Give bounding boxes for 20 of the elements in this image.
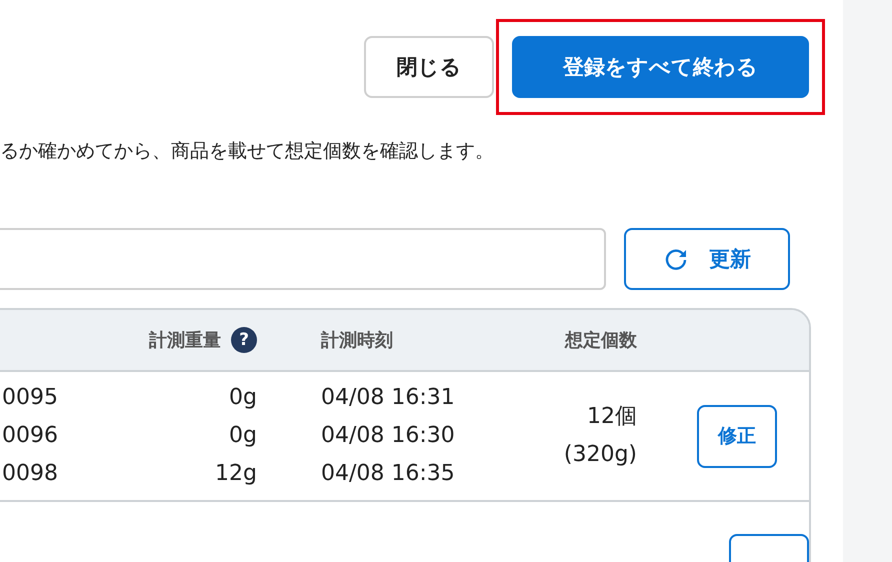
- column-header: 計測重量: [149, 329, 221, 352]
- help-icon[interactable]: ?: [231, 327, 257, 353]
- table-cell-text: 04/08 16:30: [321, 422, 456, 450]
- instruction-text: るか確かめてから、商品を載せて想定個数を確認します。: [0, 139, 495, 164]
- close-button[interactable]: 閉じる: [364, 36, 494, 98]
- table-cell-text: 0g: [228, 422, 257, 450]
- table-cell-text: 12g: [214, 460, 257, 488]
- search-field[interactable]: [0, 228, 606, 290]
- finish-button[interactable]: 登録をすべて終わる: [512, 36, 809, 98]
- table-cell-text: 0g: [228, 384, 257, 412]
- column-header: 計測時刻: [321, 329, 393, 352]
- table-cell-text: 04/08 16:31: [321, 384, 456, 412]
- refresh-button[interactable]: 更新: [624, 228, 790, 290]
- edit-button[interactable]: 修正: [697, 404, 777, 468]
- table-cell-text: 0096: [2, 422, 59, 450]
- table-cell-text: 0098: [2, 460, 59, 488]
- column-header: 想定個数: [565, 329, 637, 352]
- table-cell-text: 04/08 16:35: [321, 460, 456, 488]
- table-cell-text: 0095: [2, 384, 59, 412]
- table-cell-text: 12個 (320g): [562, 403, 637, 469]
